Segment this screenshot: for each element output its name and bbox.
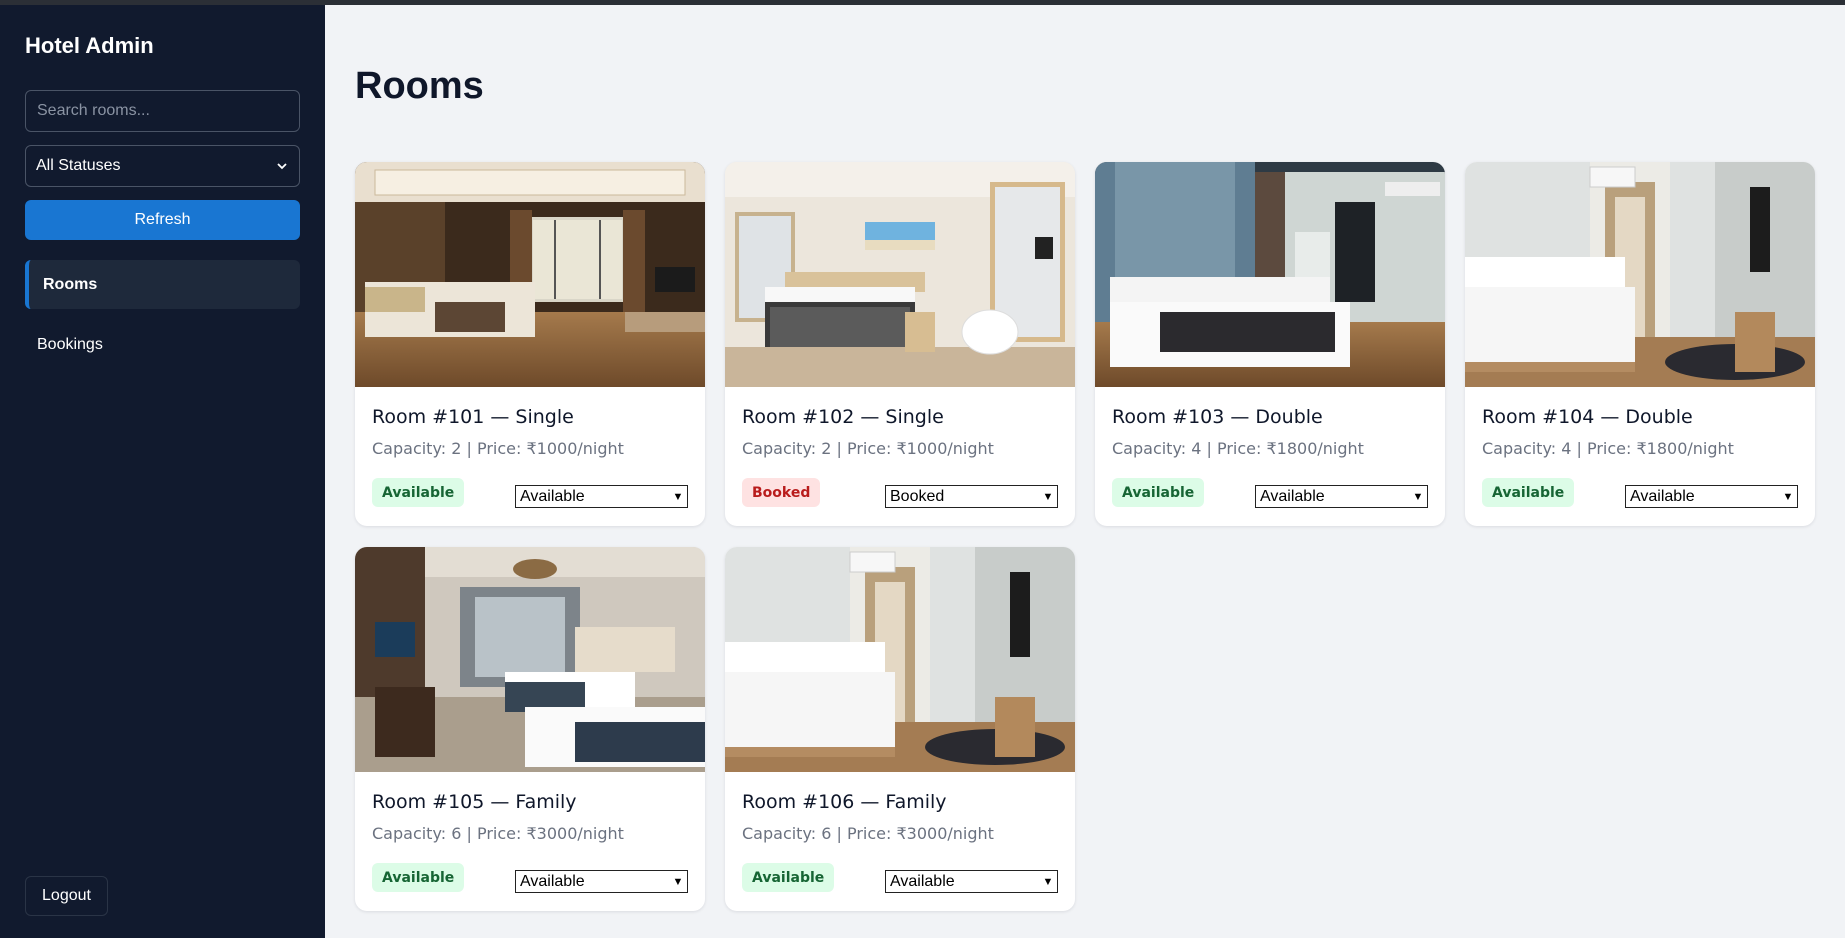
room-status-select[interactable]: Available ▼ bbox=[1255, 485, 1428, 508]
room-title: Room #103 — Double bbox=[1112, 406, 1323, 428]
room-card[interactable]: Room #106 — Family Capacity: 6 | Price: … bbox=[725, 547, 1075, 911]
sidebar-item-bookings[interactable]: Bookings bbox=[25, 320, 300, 369]
sidebar-item-label: Bookings bbox=[37, 335, 103, 353]
sidebar: Hotel Admin All Statuses Refresh Rooms B… bbox=[0, 0, 325, 938]
room-meta: Capacity: 2 | Price: ₹1000/night bbox=[372, 439, 624, 458]
room-card[interactable]: Room #104 — Double Capacity: 4 | Price: … bbox=[1465, 162, 1815, 526]
status-badge: Available bbox=[372, 863, 465, 892]
status-badge: Available bbox=[372, 478, 465, 507]
chevron-down-icon bbox=[277, 163, 287, 170]
status-filter-select[interactable]: All Statuses bbox=[25, 145, 300, 187]
chevron-down-icon: ▼ bbox=[1782, 490, 1794, 503]
chevron-down-icon: ▼ bbox=[1412, 490, 1424, 503]
window-top-border bbox=[0, 0, 1845, 5]
room-meta: Capacity: 4 | Price: ₹1800/night bbox=[1112, 439, 1364, 458]
refresh-button[interactable]: Refresh bbox=[25, 200, 300, 240]
chevron-down-icon: ▼ bbox=[672, 490, 684, 503]
room-meta: Capacity: 6 | Price: ₹3000/night bbox=[372, 824, 624, 843]
room-status-value: Available bbox=[520, 487, 585, 505]
room-title: Room #105 — Family bbox=[372, 791, 577, 813]
room-status-select[interactable]: Available ▼ bbox=[885, 870, 1058, 893]
search-input[interactable] bbox=[25, 90, 300, 132]
room-photo bbox=[725, 547, 1075, 772]
room-title: Room #102 — Single bbox=[742, 406, 944, 428]
status-badge: Available bbox=[1482, 478, 1575, 507]
app-title: Hotel Admin bbox=[25, 33, 154, 58]
room-status-value: Available bbox=[890, 872, 955, 890]
sidebar-item-rooms[interactable]: Rooms bbox=[25, 260, 300, 309]
room-photo bbox=[355, 162, 705, 387]
room-meta: Capacity: 2 | Price: ₹1000/night bbox=[742, 439, 994, 458]
room-status-select[interactable]: Available ▼ bbox=[1625, 485, 1798, 508]
room-photo bbox=[355, 547, 705, 772]
room-status-value: Available bbox=[520, 872, 585, 890]
room-card[interactable]: Room #101 — Single Capacity: 2 | Price: … bbox=[355, 162, 705, 526]
chevron-down-icon: ▼ bbox=[1042, 490, 1054, 503]
room-title: Room #104 — Double bbox=[1482, 406, 1693, 428]
room-photo bbox=[1095, 162, 1445, 387]
room-status-value: Available bbox=[1260, 487, 1325, 505]
room-meta: Capacity: 4 | Price: ₹1800/night bbox=[1482, 439, 1734, 458]
room-status-select[interactable]: Available ▼ bbox=[515, 485, 688, 508]
sidebar-item-label: Rooms bbox=[43, 275, 98, 293]
chevron-down-icon: ▼ bbox=[672, 875, 684, 888]
room-status-select[interactable]: Available ▼ bbox=[515, 870, 688, 893]
room-title: Room #101 — Single bbox=[372, 406, 574, 428]
logout-button[interactable]: Logout bbox=[25, 876, 108, 916]
room-card[interactable]: Room #102 — Single Capacity: 2 | Price: … bbox=[725, 162, 1075, 526]
room-card[interactable]: Room #105 — Family Capacity: 6 | Price: … bbox=[355, 547, 705, 911]
status-filter-value: All Statuses bbox=[36, 157, 121, 174]
chevron-down-icon: ▼ bbox=[1042, 875, 1054, 888]
room-photo bbox=[1465, 162, 1815, 387]
room-status-value: Booked bbox=[890, 487, 945, 505]
status-badge: Available bbox=[1112, 478, 1205, 507]
room-meta: Capacity: 6 | Price: ₹3000/night bbox=[742, 824, 994, 843]
room-status-select[interactable]: Booked ▼ bbox=[885, 485, 1058, 508]
room-photo bbox=[725, 162, 1075, 387]
status-badge: Booked bbox=[742, 478, 821, 507]
page-title: Rooms bbox=[355, 65, 484, 107]
status-badge: Available bbox=[742, 863, 835, 892]
room-status-value: Available bbox=[1630, 487, 1695, 505]
room-card[interactable]: Room #103 — Double Capacity: 4 | Price: … bbox=[1095, 162, 1445, 526]
room-title: Room #106 — Family bbox=[742, 791, 947, 813]
